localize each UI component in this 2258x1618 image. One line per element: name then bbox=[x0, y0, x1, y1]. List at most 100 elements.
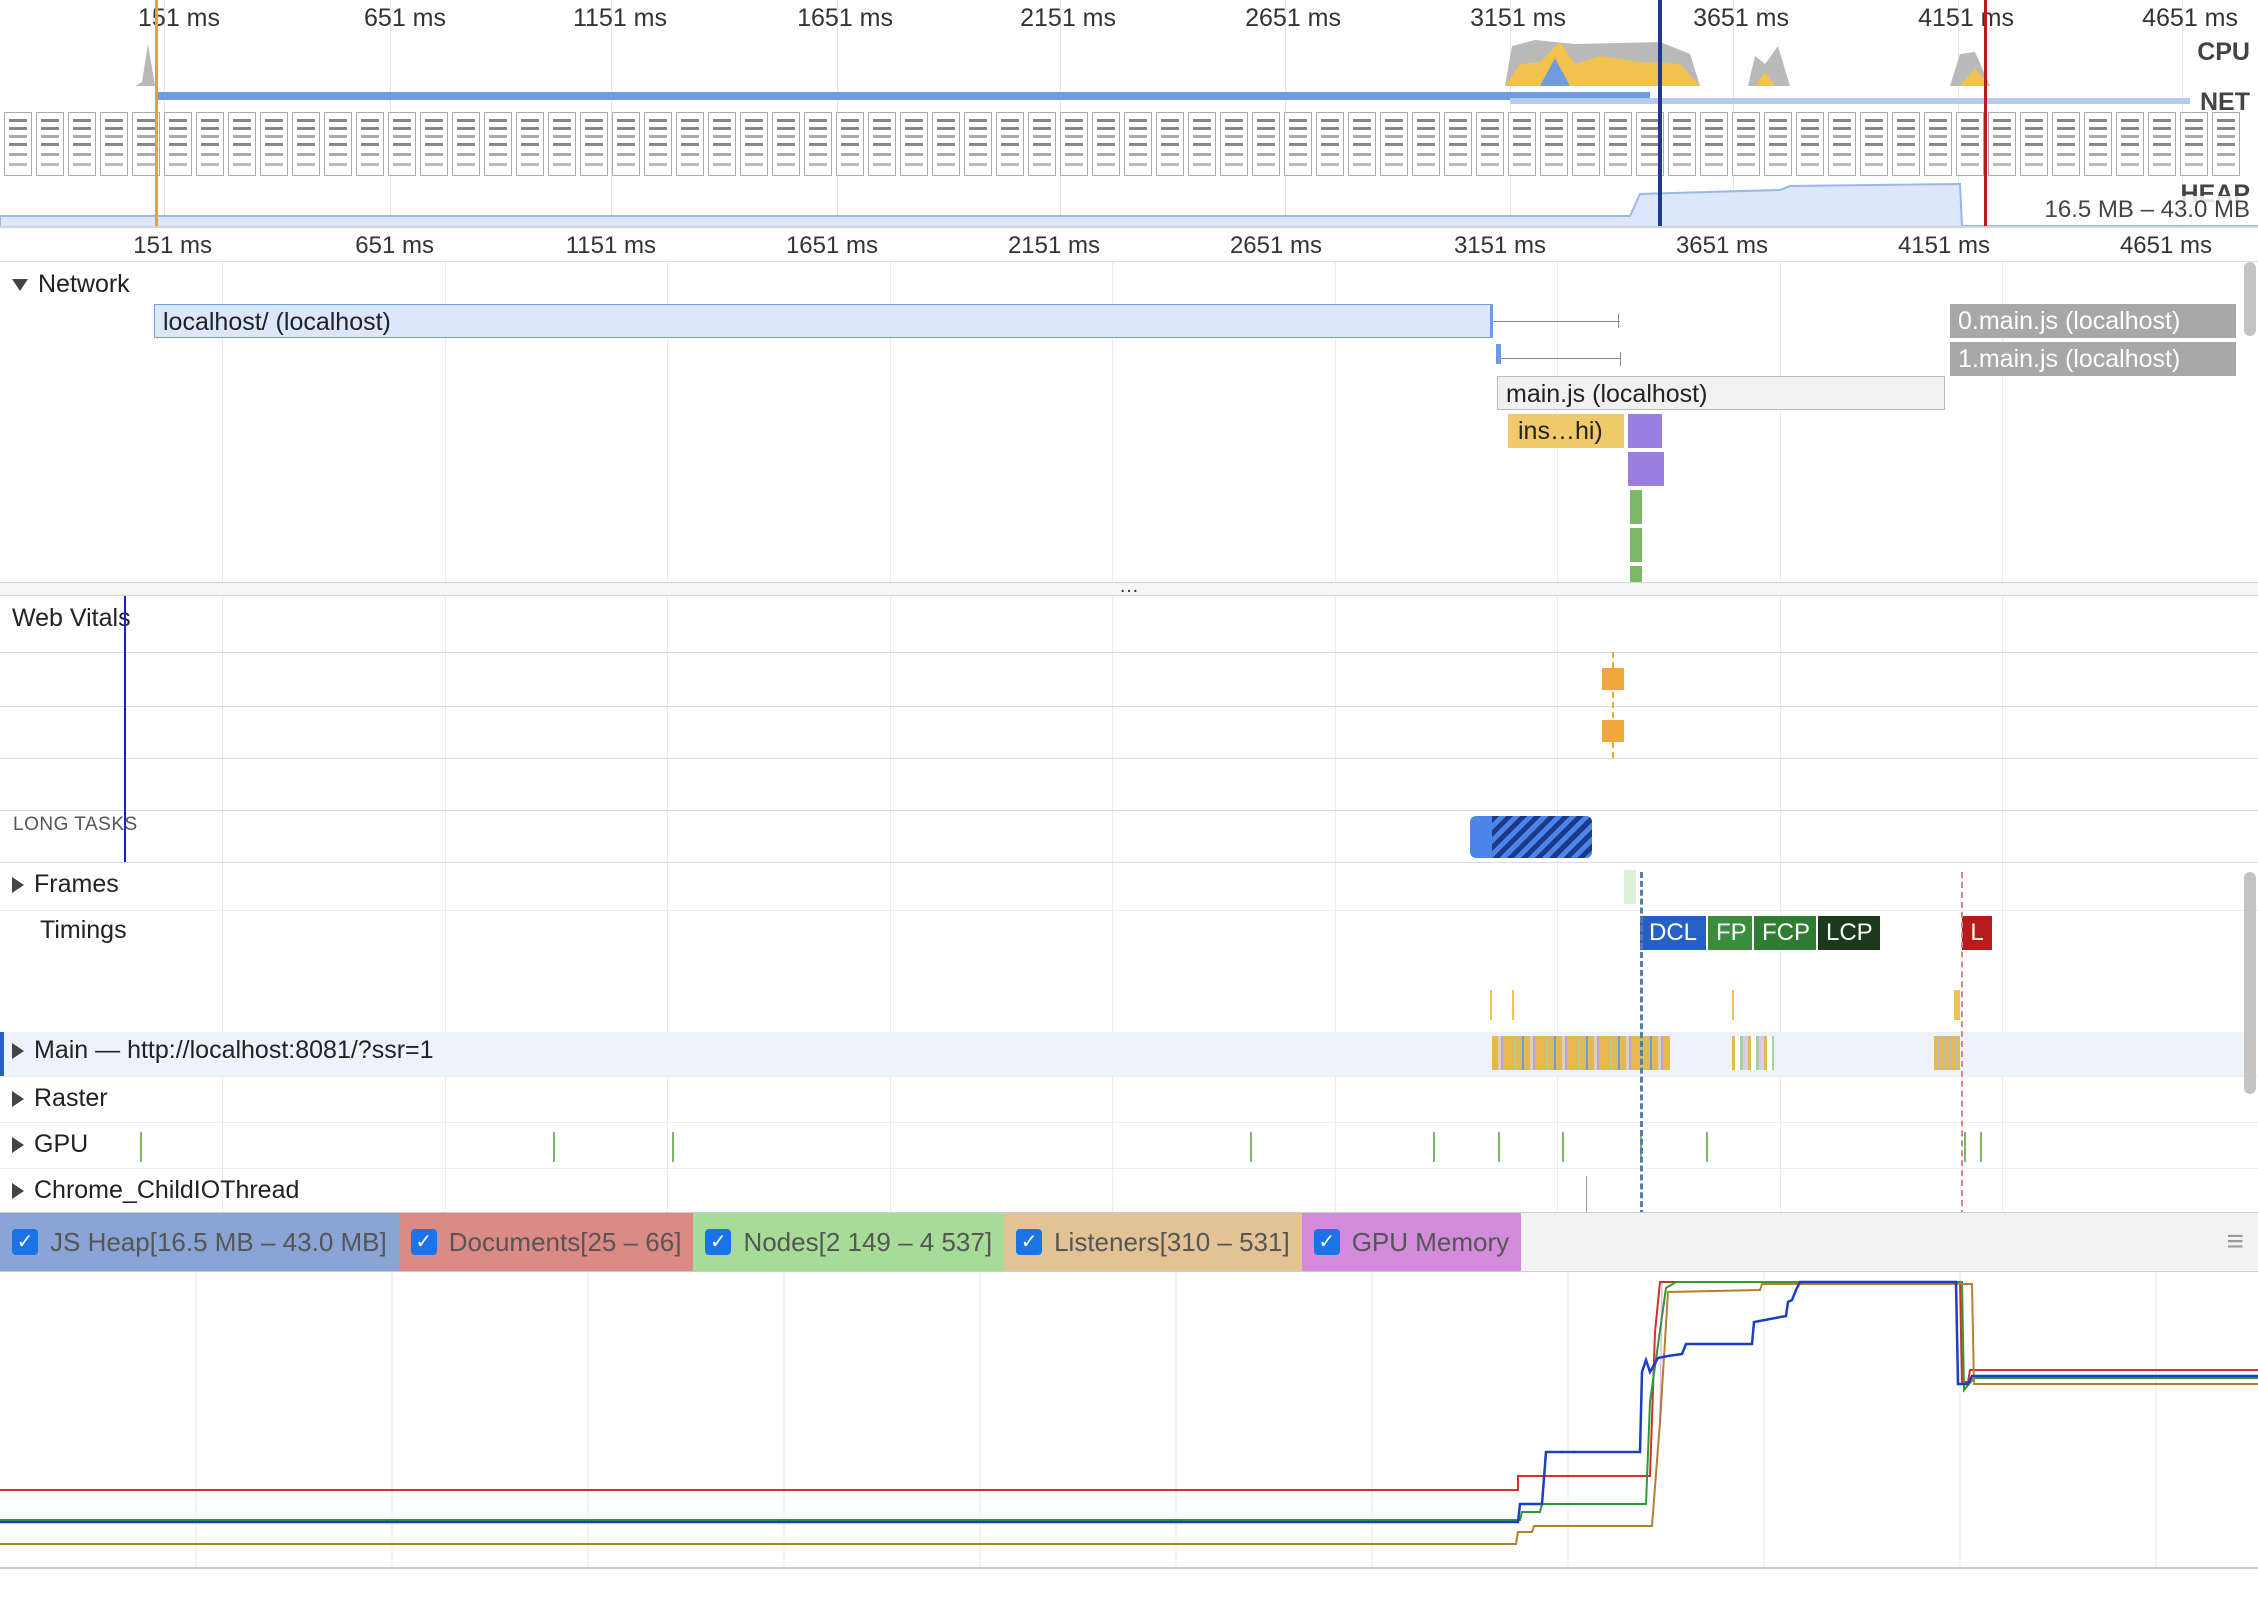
main-activity-block[interactable] bbox=[1492, 1036, 1670, 1070]
filmstrip-frame[interactable] bbox=[1828, 112, 1856, 176]
network-request-ins[interactable]: ins…hi) bbox=[1508, 414, 1624, 448]
network-track-header[interactable]: Network bbox=[12, 270, 130, 299]
filmstrip-frame[interactable] bbox=[1668, 112, 1696, 176]
filmstrip-frame[interactable] bbox=[1348, 112, 1376, 176]
network-request-block[interactable] bbox=[1630, 528, 1642, 562]
expand-icon[interactable] bbox=[12, 876, 24, 893]
gpu-task[interactable] bbox=[1433, 1132, 1435, 1162]
network-request-chunk0[interactable]: 0.main.js (localhost) bbox=[1950, 304, 2236, 338]
timeline-tracks[interactable]: Web Vitals LONG TASKS Frames Timings DCL… bbox=[0, 596, 2258, 1216]
filmstrip-frame[interactable] bbox=[644, 112, 672, 176]
filmstrip-frame[interactable] bbox=[996, 112, 1024, 176]
filmstrip-frame[interactable] bbox=[484, 112, 512, 176]
expand-icon[interactable] bbox=[12, 1182, 24, 1199]
filmstrip-frame[interactable] bbox=[900, 112, 928, 176]
filmstrip-frame[interactable] bbox=[388, 112, 416, 176]
fp-marker[interactable]: FP bbox=[1708, 916, 1752, 950]
filmstrip-frame[interactable] bbox=[1060, 112, 1088, 176]
filmstrip-frame[interactable] bbox=[1412, 112, 1440, 176]
frames-track-header[interactable]: Frames bbox=[12, 870, 119, 899]
filmstrip-frame[interactable] bbox=[1764, 112, 1792, 176]
filmstrip-frame[interactable] bbox=[2020, 112, 2048, 176]
gpu-task[interactable] bbox=[1964, 1132, 1966, 1162]
gpu-track-header[interactable]: GPU bbox=[12, 1130, 88, 1159]
long-task-block[interactable] bbox=[1470, 816, 1592, 858]
counter-toggle[interactable]: ✓ GPU Memory bbox=[1301, 1213, 1522, 1271]
gpu-task[interactable] bbox=[140, 1132, 142, 1162]
filmstrip-frame[interactable] bbox=[356, 112, 384, 176]
filmstrip-frame[interactable] bbox=[932, 112, 960, 176]
filmstrip-frame[interactable] bbox=[228, 112, 256, 176]
filmstrip[interactable] bbox=[0, 112, 2258, 178]
filmstrip-frame[interactable] bbox=[804, 112, 832, 176]
filmstrip-frame[interactable] bbox=[1924, 112, 1952, 176]
filmstrip-frame[interactable] bbox=[708, 112, 736, 176]
gpu-task[interactable] bbox=[553, 1132, 555, 1162]
filmstrip-frame[interactable] bbox=[2148, 112, 2176, 176]
time-ruler[interactable]: 151 ms 651 ms 1151 ms 1651 ms 2151 ms 2651 ms… bbox=[0, 230, 2258, 262]
filmstrip-frame[interactable] bbox=[1284, 112, 1312, 176]
filmstrip-frame[interactable] bbox=[1252, 112, 1280, 176]
filmstrip-frame[interactable] bbox=[100, 112, 128, 176]
filmstrip-frame[interactable] bbox=[2212, 112, 2240, 176]
checkbox-icon[interactable]: ✓ bbox=[410, 1229, 437, 1255]
filmstrip-frame[interactable] bbox=[1860, 112, 1888, 176]
filmstrip-frame[interactable] bbox=[1892, 112, 1920, 176]
filmstrip-frame[interactable] bbox=[1092, 112, 1120, 176]
filmstrip-frame[interactable] bbox=[4, 112, 32, 176]
filmstrip-frame[interactable] bbox=[1604, 112, 1632, 176]
filmstrip-frame[interactable] bbox=[964, 112, 992, 176]
filmstrip-frame[interactable] bbox=[1124, 112, 1152, 176]
collapse-icon[interactable] bbox=[12, 278, 28, 291]
filmstrip-frame[interactable] bbox=[196, 112, 224, 176]
gpu-task[interactable] bbox=[672, 1132, 674, 1162]
filmstrip-frame[interactable] bbox=[1700, 112, 1728, 176]
counter-toggle[interactable]: ✓ Nodes[2 149 – 4 537] bbox=[693, 1213, 1005, 1271]
filmstrip-frame[interactable] bbox=[772, 112, 800, 176]
selection-handle[interactable] bbox=[1658, 0, 1662, 226]
frame-block[interactable] bbox=[1624, 870, 1636, 904]
hamburger-icon[interactable]: ≡ bbox=[2226, 1225, 2258, 1259]
filmstrip-frame[interactable] bbox=[36, 112, 64, 176]
memory-chart[interactable] bbox=[0, 1272, 2258, 1618]
filmstrip-frame[interactable] bbox=[2116, 112, 2144, 176]
filmstrip-frame[interactable] bbox=[260, 112, 288, 176]
gpu-task[interactable] bbox=[1980, 1132, 1982, 1162]
filmstrip-frame[interactable] bbox=[548, 112, 576, 176]
filmstrip-frame[interactable] bbox=[2052, 112, 2080, 176]
filmstrip-frame[interactable] bbox=[1316, 112, 1344, 176]
filmstrip-frame[interactable] bbox=[1540, 112, 1568, 176]
filmstrip-frame[interactable] bbox=[612, 112, 640, 176]
checkbox-icon[interactable]: ✓ bbox=[705, 1229, 732, 1255]
expand-icon[interactable] bbox=[12, 1136, 24, 1153]
filmstrip-frame[interactable] bbox=[1508, 112, 1536, 176]
filmstrip-frame[interactable] bbox=[1188, 112, 1216, 176]
filmstrip-frame[interactable] bbox=[452, 112, 480, 176]
filmstrip-frame[interactable] bbox=[1380, 112, 1408, 176]
counter-toggle[interactable]: ✓ Listeners[310 – 531] bbox=[1004, 1213, 1302, 1271]
main-activity-block[interactable] bbox=[1732, 1036, 1774, 1070]
counter-toggle[interactable]: ✓ JS Heap[16.5 MB – 43.0 MB] bbox=[0, 1213, 399, 1271]
filmstrip-frame[interactable] bbox=[2084, 112, 2112, 176]
filmstrip-frame[interactable] bbox=[420, 112, 448, 176]
filmstrip-frame[interactable] bbox=[1796, 112, 1824, 176]
checkbox-icon[interactable]: ✓ bbox=[1313, 1229, 1340, 1255]
filmstrip-frame[interactable] bbox=[1572, 112, 1600, 176]
filmstrip-frame[interactable] bbox=[164, 112, 192, 176]
filmstrip-frame[interactable] bbox=[1444, 112, 1472, 176]
filmstrip-frame[interactable] bbox=[1028, 112, 1056, 176]
filmstrip-frame[interactable] bbox=[676, 112, 704, 176]
filmstrip-frame[interactable] bbox=[740, 112, 768, 176]
splitter-grip[interactable]: … bbox=[1119, 575, 1139, 597]
filmstrip-frame[interactable] bbox=[1156, 112, 1184, 176]
main-track-header[interactable]: Main — http://localhost:8081/?ssr=1 bbox=[12, 1036, 434, 1065]
checkbox-icon[interactable]: ✓ bbox=[1016, 1229, 1043, 1255]
network-panel[interactable]: Network localhost/ (localhost) main.js (… bbox=[0, 262, 2258, 582]
gpu-task[interactable] bbox=[1562, 1132, 1564, 1162]
raster-track-header[interactable]: Raster bbox=[12, 1084, 108, 1113]
expand-icon[interactable] bbox=[12, 1042, 24, 1059]
filmstrip-frame[interactable] bbox=[516, 112, 544, 176]
network-request-block[interactable] bbox=[1630, 490, 1642, 524]
dcl-marker[interactable]: DCL bbox=[1640, 916, 1706, 950]
checkbox-icon[interactable]: ✓ bbox=[12, 1229, 38, 1255]
